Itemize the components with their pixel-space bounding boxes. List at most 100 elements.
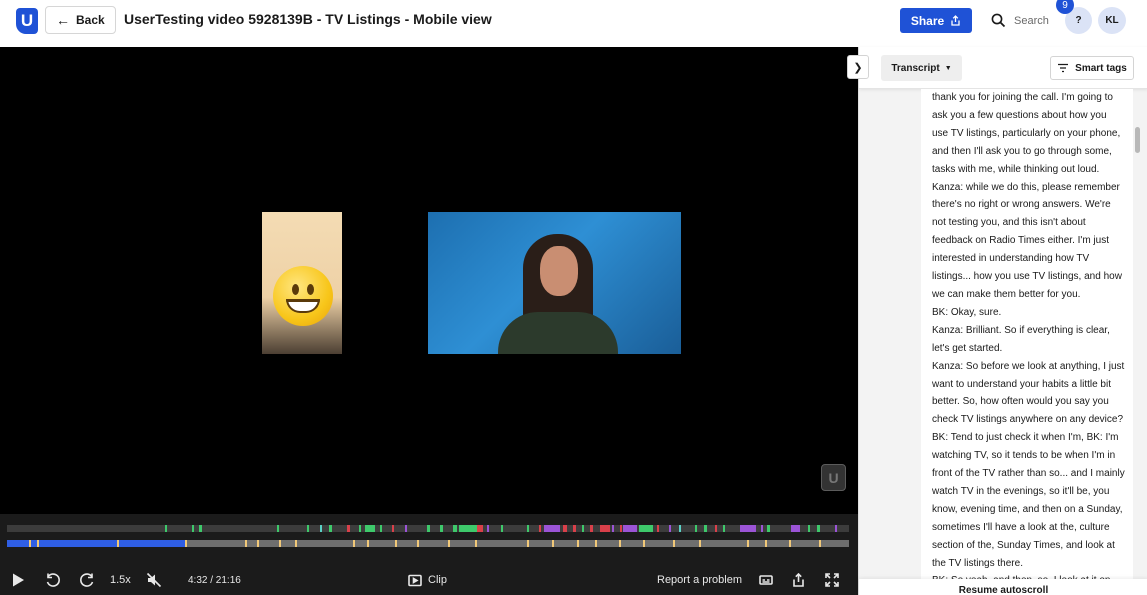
tag-marker[interactable] [544,525,560,532]
note-marker[interactable] [819,540,821,547]
tag-marker[interactable] [453,525,457,532]
note-marker[interactable] [595,540,597,547]
playback-speed-button[interactable]: 1.5x [110,570,131,590]
tag-marker[interactable] [715,525,717,532]
note-marker[interactable] [577,540,579,547]
clip-button[interactable]: Clip [408,570,447,590]
tag-marker[interactable] [639,525,653,532]
tag-marker[interactable] [440,525,443,532]
note-marker[interactable] [257,540,259,547]
note-marker[interactable] [37,540,39,547]
smart-tags-button[interactable]: Smart tags [1050,56,1134,80]
tag-marker[interactable] [277,525,279,532]
tag-marker[interactable] [590,525,593,532]
tag-marker[interactable] [365,525,375,532]
note-marker[interactable] [279,540,281,547]
note-marker[interactable] [552,540,554,547]
tag-marker[interactable] [657,525,659,532]
tag-marker[interactable] [808,525,810,532]
note-marker[interactable] [619,540,621,547]
tag-marker[interactable] [704,525,707,532]
tag-marker[interactable] [459,525,477,532]
transcript-line: section of the, Sunday Times, and look a… [932,539,1115,551]
note-marker[interactable] [527,540,529,547]
tag-marker[interactable] [723,525,725,532]
fullscreen-button[interactable] [825,570,839,590]
tag-marker[interactable] [359,525,361,532]
tag-marker[interactable] [539,525,541,532]
note-marker[interactable] [395,540,397,547]
play-button[interactable] [10,570,26,590]
note-marker[interactable] [185,540,187,547]
note-marker[interactable] [448,540,450,547]
tag-marker[interactable] [620,525,622,532]
captions-icon [759,575,773,585]
share-clip-button[interactable] [792,570,805,590]
tag-marker[interactable] [392,525,394,532]
note-marker[interactable] [699,540,701,547]
tag-marker[interactable] [582,525,584,532]
tags-timeline[interactable] [7,525,849,532]
tag-marker[interactable] [320,525,322,532]
tag-marker[interactable] [501,525,503,532]
note-marker[interactable] [643,540,645,547]
note-marker[interactable] [475,540,477,547]
rewind-5-button[interactable] [44,570,62,590]
mute-button[interactable] [146,570,162,590]
video-player[interactable]: U [0,47,858,514]
tag-marker[interactable] [623,525,637,532]
top-header: U ← Back UserTesting video 5928139B - TV… [0,0,1147,47]
tag-marker[interactable] [487,525,489,532]
captions-button[interactable] [759,570,773,590]
tag-marker[interactable] [761,525,763,532]
tag-marker[interactable] [199,525,202,532]
note-marker[interactable] [295,540,297,547]
report-problem-button[interactable]: Report a problem [657,570,742,590]
tag-marker[interactable] [600,525,610,532]
note-marker[interactable] [245,540,247,547]
tag-marker[interactable] [679,525,681,532]
tag-marker[interactable] [192,525,194,532]
tag-marker[interactable] [573,525,576,532]
search-button[interactable]: Search [985,7,1059,34]
note-marker[interactable] [765,540,767,547]
note-marker[interactable] [789,540,791,547]
user-avatar[interactable]: KL [1098,7,1126,34]
tag-marker[interactable] [767,525,770,532]
tag-marker[interactable] [477,525,483,532]
tag-marker[interactable] [740,525,756,532]
note-marker[interactable] [353,540,355,547]
forward-5-button[interactable] [78,570,96,590]
usertesting-logo[interactable]: U [16,8,38,34]
transcript-scrollbar[interactable] [1135,127,1140,153]
tag-marker[interactable] [835,525,837,532]
tag-marker[interactable] [165,525,167,532]
tag-marker[interactable] [817,525,820,532]
tag-marker[interactable] [695,525,697,532]
tag-marker[interactable] [563,525,567,532]
tag-marker[interactable] [669,525,671,532]
tag-marker[interactable] [347,525,350,532]
tag-marker[interactable] [791,525,800,532]
collapse-panel-button[interactable]: ❯ [847,55,869,79]
transcript-dropdown[interactable]: Transcript ▼ [881,55,962,81]
tag-marker[interactable] [380,525,382,532]
note-marker[interactable] [747,540,749,547]
resume-autoscroll-button[interactable]: Resume autoscroll [859,579,1147,595]
note-marker[interactable] [673,540,675,547]
transcript-line: Kanza: while we do this, please remember [932,181,1120,193]
tag-marker[interactable] [612,525,614,532]
tag-marker[interactable] [527,525,529,532]
tag-marker[interactable] [405,525,407,532]
note-marker[interactable] [367,540,369,547]
note-marker[interactable] [29,540,31,547]
tag-marker[interactable] [307,525,309,532]
progress-timeline[interactable] [7,540,849,547]
note-marker[interactable] [117,540,119,547]
transcript-text[interactable]: thank you for joining the call. I'm goin… [921,89,1133,579]
share-button[interactable]: Share [900,8,972,33]
note-marker[interactable] [417,540,419,547]
back-button[interactable]: ← Back [45,6,116,34]
tag-marker[interactable] [329,525,332,532]
tag-marker[interactable] [427,525,430,532]
